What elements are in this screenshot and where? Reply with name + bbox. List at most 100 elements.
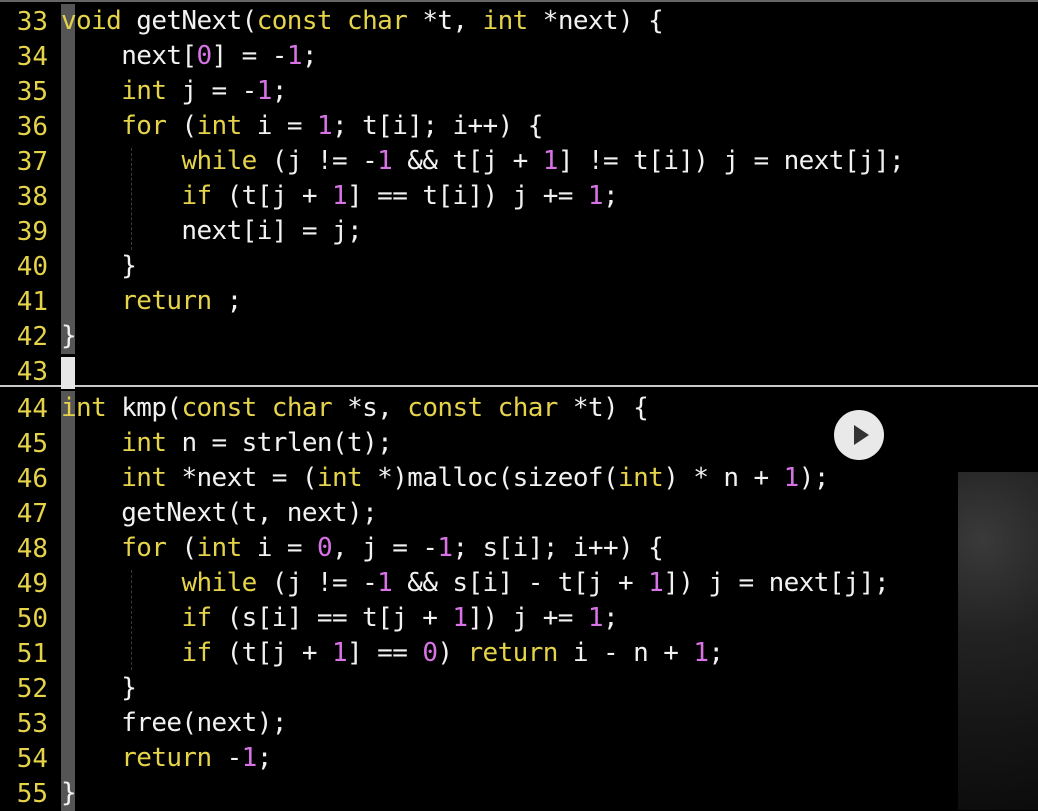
- line-number: 55: [16, 779, 48, 809]
- code-editor[interactable]: 33 void getNext(const char *t, int *next)…: [0, 0, 1038, 811]
- code-token: 1: [377, 568, 393, 598]
- code-line[interactable]: 51 if (t[j + 1] == 0) return i - n + 1;: [0, 636, 1038, 671]
- code-token: ] != t[i]) j = next[j];: [557, 146, 905, 176]
- code-token: if: [181, 638, 212, 668]
- line-number: 40: [16, 252, 48, 282]
- code-token: 1: [256, 76, 273, 106]
- code-token: *s,: [332, 393, 408, 423]
- play-button[interactable]: [834, 410, 884, 460]
- line-number: 52: [16, 674, 48, 704]
- video-thumbnail: [958, 472, 1038, 810]
- code-line[interactable]: 49 while (j != -1 && s[i] - t[j + 1]) j …: [0, 566, 1038, 601]
- code-token: int: [316, 463, 363, 493]
- code-token: 1: [331, 638, 348, 668]
- line-number: 51: [16, 639, 48, 669]
- code-text: }: [61, 776, 77, 811]
- code-token: j = -: [166, 76, 257, 106]
- line-number: 36: [16, 112, 48, 142]
- code-text: if (s[i] == t[j + 1]) j += 1;: [61, 601, 618, 636]
- code-line[interactable]: 52 }: [0, 671, 1038, 706]
- code-line[interactable]: 37 while (j != -1 && t[j + 1] != t[i]) j…: [0, 144, 1038, 179]
- code-text: next[i] = j;: [61, 214, 362, 249]
- indent-guide: [131, 570, 132, 670]
- code-text: free(next);: [61, 706, 287, 741]
- code-line[interactable]: 39 next[i] = j;: [0, 214, 1038, 249]
- code-line[interactable]: 42}: [0, 319, 1038, 354]
- code-line[interactable]: 50 if (s[i] == t[j + 1]) j += 1;: [0, 601, 1038, 636]
- line-number: 49: [16, 569, 48, 599]
- line-number: 39: [16, 217, 48, 247]
- code-token: while: [181, 568, 257, 598]
- code-token: 1: [316, 111, 333, 141]
- code-token: -: [211, 743, 243, 773]
- code-token: ]) j = next[j];: [663, 568, 890, 598]
- code-token: *next = (: [166, 463, 317, 493]
- line-number: 53: [16, 709, 48, 739]
- code-text: }: [61, 319, 77, 354]
- code-line[interactable]: 38 if (t[j + 1] == t[i]) j += 1;: [0, 179, 1038, 214]
- code-token: (j != -: [256, 568, 378, 598]
- line-number: 35: [16, 77, 48, 107]
- code-token: ;: [301, 41, 318, 71]
- line-number: 41: [16, 287, 48, 317]
- code-line[interactable]: 43: [0, 354, 1038, 389]
- code-token: 1: [241, 743, 258, 773]
- code-token: 1: [331, 181, 348, 211]
- code-token: int: [482, 6, 529, 36]
- line-number: 42: [16, 322, 48, 352]
- code-token: (s[i] == t[j +: [211, 603, 453, 633]
- code-token: char: [347, 6, 408, 36]
- code-token: ] = -: [211, 41, 288, 71]
- line-number: 34: [16, 42, 48, 72]
- code-text: }: [61, 671, 137, 706]
- code-line[interactable]: 41 return ;: [0, 284, 1038, 319]
- code-token: (j != -: [256, 146, 378, 176]
- line-number: 46: [16, 464, 48, 494]
- code-line[interactable]: 48 for (int i = 0, j = -1; s[i]; i++) {: [0, 531, 1038, 566]
- code-token: ]) j +=: [467, 603, 588, 633]
- code-text: return -1;: [61, 741, 272, 776]
- code-line[interactable]: 35 int j = -1;: [0, 74, 1038, 109]
- code-text: int *next = (int *)malloc(sizeof(int) * …: [61, 461, 829, 496]
- code-token: int: [196, 533, 243, 563]
- code-line[interactable]: 54 return -1;: [0, 741, 1038, 776]
- window-split-divider[interactable]: [0, 385, 1038, 387]
- code-line[interactable]: 34 next[0] = -1;: [0, 39, 1038, 74]
- code-line[interactable]: 33 void getNext(const char *t, int *next)…: [0, 4, 1038, 39]
- code-token: getNext(t, next);: [61, 498, 378, 528]
- code-text: int n = strlen(t);: [61, 426, 393, 461]
- code-token: 1: [693, 638, 709, 668]
- code-line[interactable]: 55}: [0, 776, 1038, 811]
- code-line[interactable]: 36 for (int i = 1; t[i]; i++) {: [0, 109, 1038, 144]
- code-text: if (t[j + 1] == 0) return i - n + 1;: [61, 636, 724, 671]
- code-token: ;: [708, 638, 724, 668]
- code-token: getNext(: [121, 6, 257, 36]
- code-token: 1: [783, 463, 800, 493]
- code-token: return: [121, 286, 212, 316]
- code-token: if: [181, 603, 212, 633]
- code-text: while (j != -1 && s[i] - t[j + 1]) j = n…: [61, 566, 889, 601]
- code-line[interactable]: 53 free(next);: [0, 706, 1038, 741]
- code-token: while: [181, 146, 257, 176]
- code-line[interactable]: 46 int *next = (int *)malloc(sizeof(int)…: [0, 461, 1038, 496]
- code-token: const: [256, 6, 333, 36]
- code-token: ): [437, 638, 468, 668]
- code-line[interactable]: 47 getNext(t, next);: [0, 496, 1038, 531]
- code-token: return: [121, 743, 212, 773]
- code-line[interactable]: 44 int kmp(const char *s, const char *t) …: [0, 391, 1038, 426]
- line-number: 54: [16, 744, 48, 774]
- code-line[interactable]: 40 }: [0, 249, 1038, 284]
- code-token: int: [618, 463, 664, 493]
- code-token: (: [166, 533, 197, 563]
- code-token: free(next);: [61, 708, 287, 738]
- code-token: }: [61, 778, 77, 808]
- code-token: );: [798, 463, 830, 493]
- code-token: }: [61, 321, 77, 351]
- line-number: 37: [16, 147, 48, 177]
